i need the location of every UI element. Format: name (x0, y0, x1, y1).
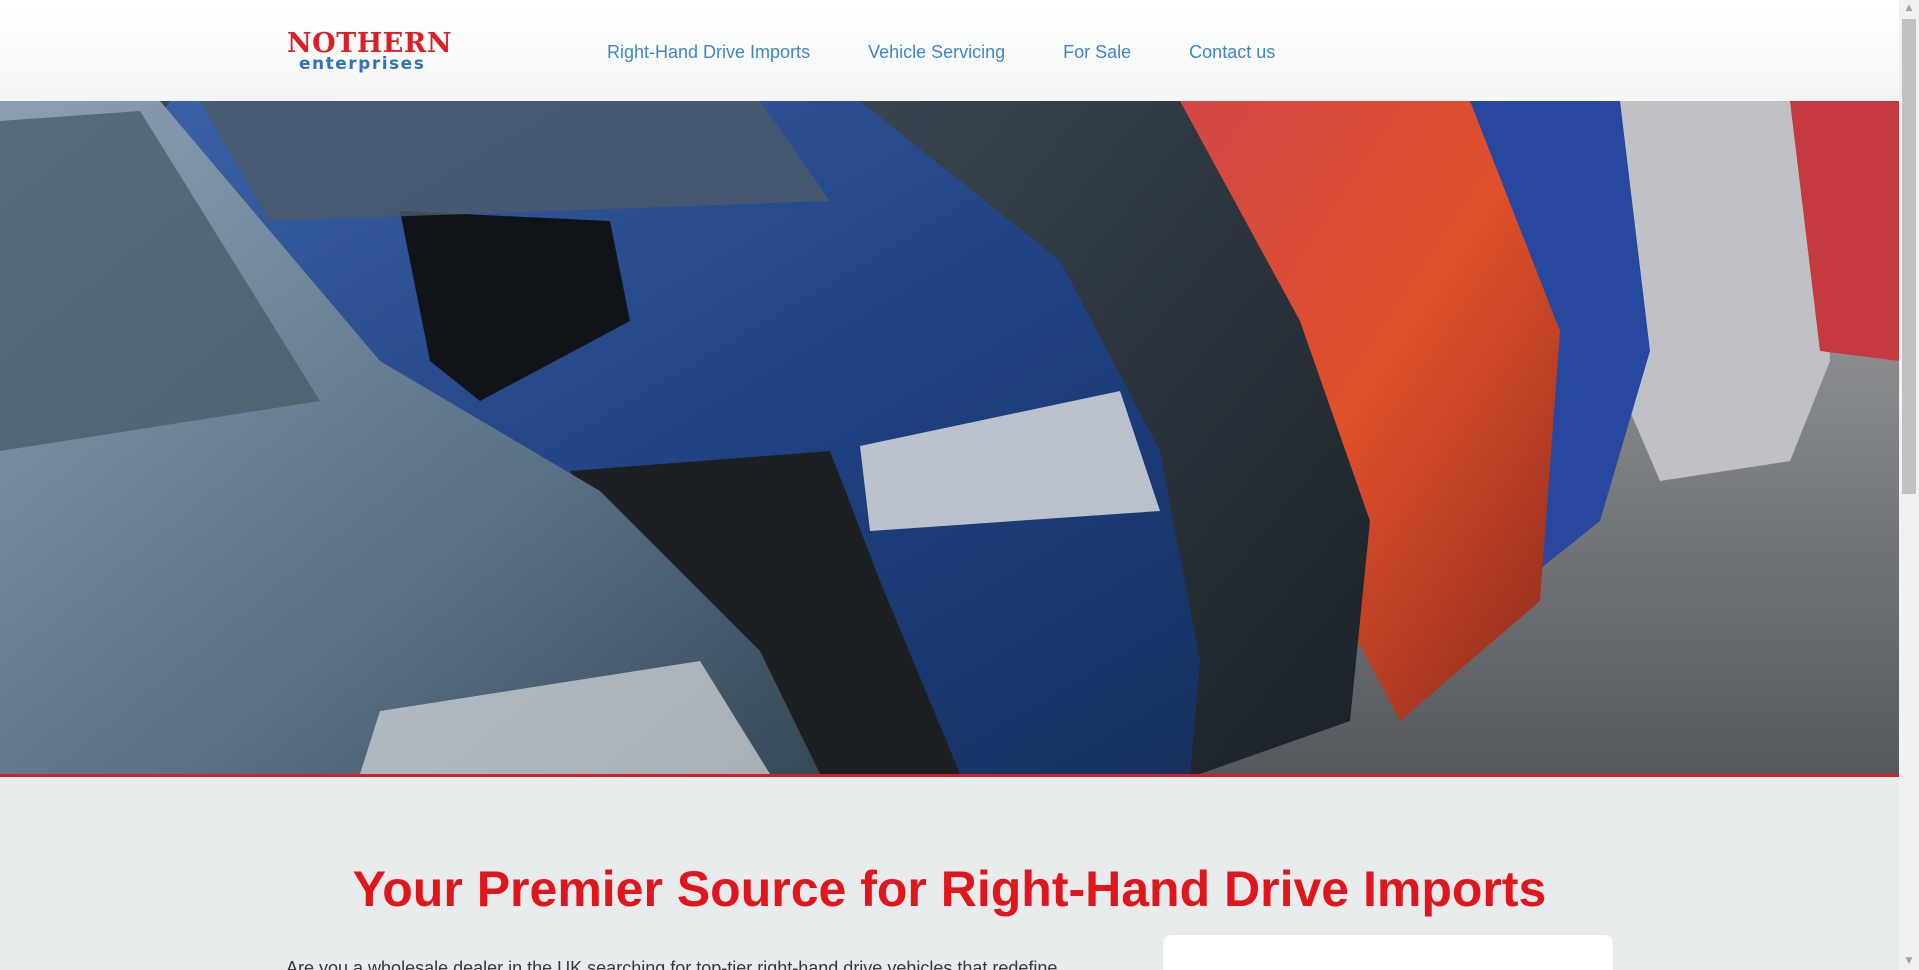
intro-paragraph: Are you a wholesale dealer in the UK sea… (286, 958, 1058, 970)
nav-link-vehicle-servicing[interactable]: Vehicle Servicing (868, 40, 1005, 64)
nav-link-contact-us[interactable]: Contact us (1189, 40, 1275, 64)
page: NOTHERN enterprises Right-Hand Drive Imp… (0, 0, 1899, 970)
site-header: NOTHERN enterprises Right-Hand Drive Imp… (0, 0, 1899, 101)
logo-wordmark-enterprises: enterprises (299, 54, 426, 74)
hero-car-photo-illustration (0, 101, 1899, 774)
sidebar-card (1163, 935, 1613, 970)
hero-image (0, 101, 1899, 774)
page-scrollbar[interactable]: ▲ ▼ (1899, 0, 1919, 970)
hero-bottom-border (0, 774, 1899, 777)
scroll-up-arrow-icon[interactable]: ▲ (1899, 0, 1919, 17)
nav-link-right-hand-drive-imports[interactable]: Right-Hand Drive Imports (607, 40, 810, 64)
scroll-down-arrow-icon[interactable]: ▼ (1899, 953, 1919, 970)
main-nav: Right-Hand Drive Imports Vehicle Servici… (607, 40, 1333, 64)
page-headline: Your Premier Source for Right-Hand Drive… (352, 860, 1547, 917)
nav-link-for-sale[interactable]: For Sale (1063, 40, 1131, 64)
site-logo[interactable]: NOTHERN enterprises (287, 29, 452, 75)
scrollbar-thumb[interactable] (1902, 19, 1916, 494)
